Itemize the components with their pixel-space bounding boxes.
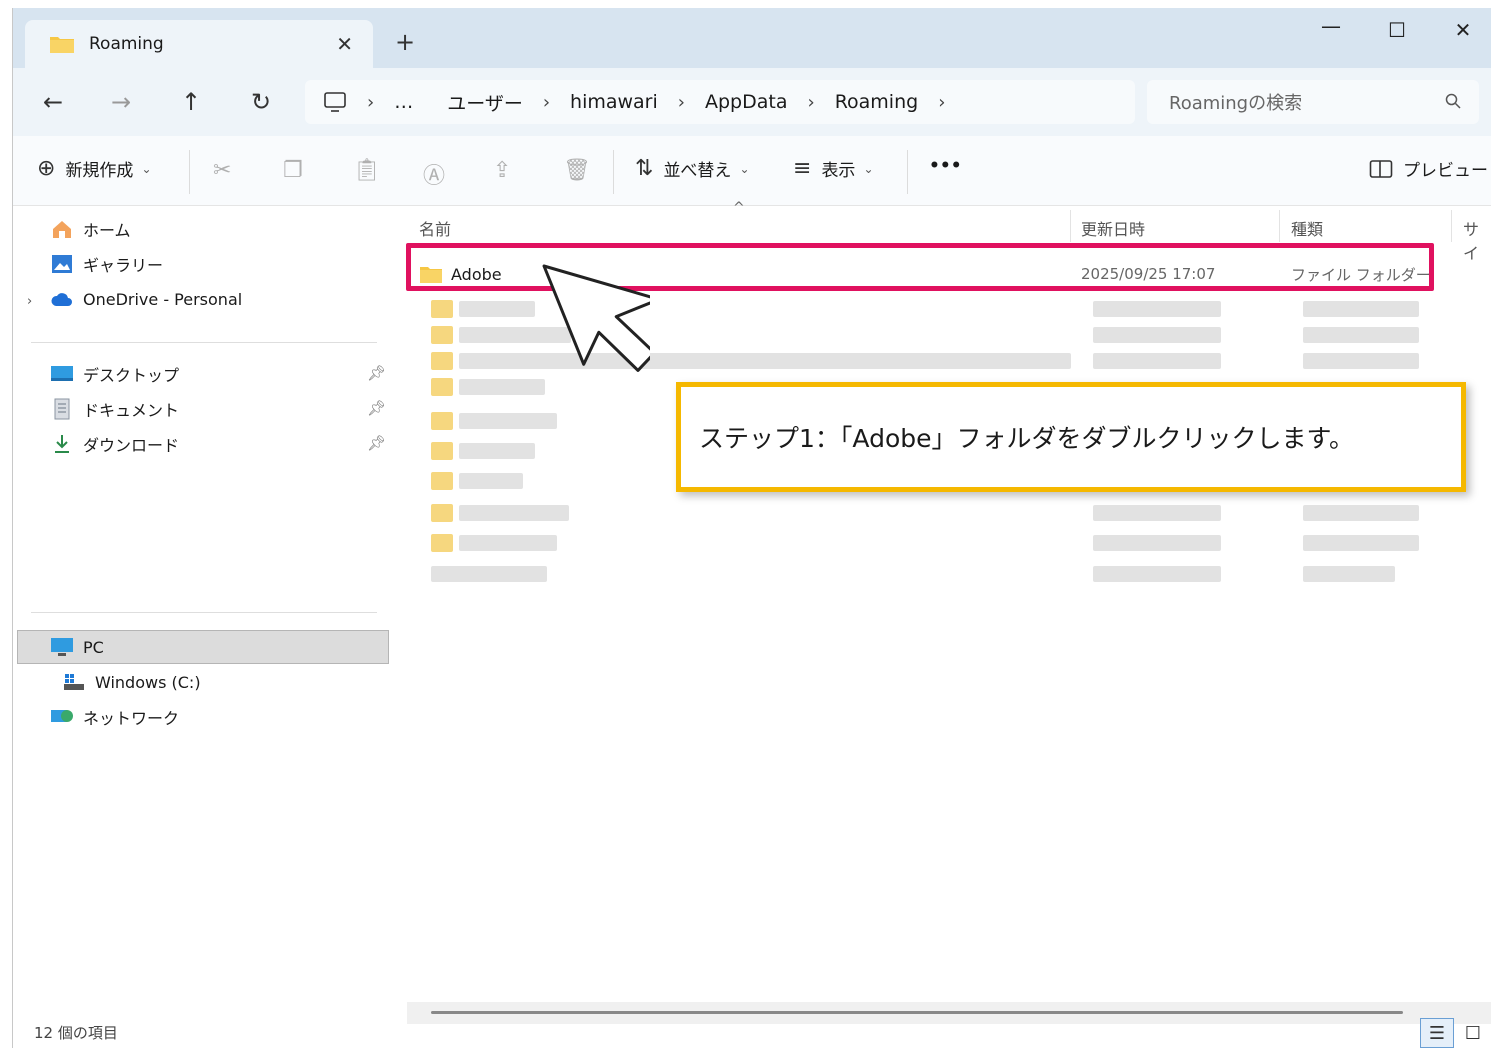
sidebar-item-network[interactable]: ネットワーク bbox=[49, 702, 179, 732]
rename-icon[interactable]: Ⓐ bbox=[423, 158, 445, 190]
sidebar-item-label: ドキュメント bbox=[83, 401, 180, 420]
view-button[interactable]: ≡ 表示 ⌄ bbox=[793, 156, 874, 181]
list-view-icon: ≡ bbox=[793, 156, 812, 181]
column-header-size[interactable]: サイ bbox=[1463, 216, 1491, 264]
sidebar-item-label: ホーム bbox=[83, 221, 131, 240]
sidebar-item-label: ギャラリー bbox=[83, 256, 164, 275]
refresh-button[interactable]: ↻ bbox=[245, 88, 277, 116]
details-view-button[interactable]: ☰ bbox=[1420, 1018, 1454, 1048]
tab-title: Roaming bbox=[89, 34, 164, 54]
sidebar-item-desktop[interactable]: デスクトップ bbox=[49, 359, 179, 389]
callout-text: ステップ1：「Adobe」フォルダをダブルクリックします。 bbox=[699, 424, 1354, 453]
tiles-view-icon: ☐ bbox=[1464, 1022, 1482, 1044]
forward-button[interactable]: → bbox=[105, 88, 137, 116]
address-row: ← → ↑ ↻ › … ユーザー › himawari › AppData › … bbox=[13, 68, 1491, 136]
sort-icon: ⇅ bbox=[635, 156, 654, 181]
breadcrumb-separator[interactable]: › bbox=[807, 92, 814, 113]
new-button[interactable]: ⊕ 新規作成 ⌄ bbox=[37, 156, 152, 181]
delete-icon[interactable]: 🗑︎ bbox=[563, 158, 591, 183]
sidebar-item-home[interactable]: ホーム bbox=[49, 214, 131, 244]
sidebar-item-label: デスクトップ bbox=[83, 366, 180, 385]
view-button-label: 表示 bbox=[821, 161, 856, 181]
chevron-down-icon: ⌄ bbox=[739, 161, 750, 176]
back-button[interactable]: ← bbox=[37, 88, 69, 116]
column-header-name[interactable]: 名前 bbox=[419, 216, 451, 240]
copy-icon[interactable]: ❐ bbox=[283, 158, 303, 183]
details-view-icon: ☰ bbox=[1428, 1022, 1446, 1044]
search-placeholder: Roamingの検索 bbox=[1169, 93, 1303, 114]
pc-icon bbox=[49, 636, 75, 658]
plus-circle-icon: ⊕ bbox=[37, 156, 56, 181]
explorer-window: Roaming ✕ + — ☐ ✕ ← → ↑ ↻ › … ユーザー › him… bbox=[12, 8, 1491, 1048]
breadcrumb-appdata[interactable]: AppData bbox=[705, 91, 788, 113]
drive-icon bbox=[61, 671, 87, 693]
sidebar-item-downloads[interactable]: ダウンロード bbox=[49, 429, 179, 459]
sort-button[interactable]: ⇅ 並べ替え ⌄ bbox=[635, 156, 750, 181]
close-window-button[interactable]: ✕ bbox=[1443, 18, 1483, 42]
pc-icon[interactable] bbox=[323, 91, 347, 113]
pin-icon[interactable]: 📌︎ bbox=[367, 364, 386, 382]
breadcrumb-separator[interactable]: › bbox=[938, 92, 945, 113]
sidebar-item-documents[interactable]: ドキュメント bbox=[49, 394, 179, 424]
sidebar-item-windows-c[interactable]: Windows (C:) bbox=[61, 667, 201, 697]
command-bar: ⊕ 新規作成 ⌄ ✂ ❐ 📋︎ Ⓐ ⇪ 🗑︎ ⇅ 並べ替え ⌄ ≡ 表示 ⌄ •… bbox=[13, 136, 1491, 206]
instruction-callout: ステップ1：「Adobe」フォルダをダブルクリックします。 bbox=[676, 382, 1466, 492]
home-icon bbox=[49, 218, 75, 240]
tab-close-icon[interactable]: ✕ bbox=[336, 32, 353, 56]
sidebar-item-label: Windows (C:) bbox=[95, 672, 201, 692]
up-button[interactable]: ↑ bbox=[175, 88, 207, 116]
title-bar: Roaming ✕ + — ☐ ✕ bbox=[13, 8, 1491, 68]
gallery-icon bbox=[49, 253, 75, 275]
cloud-icon bbox=[49, 288, 75, 310]
breadcrumb-roaming[interactable]: Roaming bbox=[835, 91, 919, 113]
breadcrumb-separator[interactable]: › bbox=[678, 92, 685, 113]
sidebar-item-label: ネットワーク bbox=[83, 709, 180, 728]
desktop-icon bbox=[49, 363, 75, 385]
cut-icon[interactable]: ✂ bbox=[213, 158, 231, 183]
tab-roaming[interactable]: Roaming ✕ bbox=[25, 20, 373, 68]
network-icon bbox=[49, 706, 75, 728]
address-bar[interactable]: › … ユーザー › himawari › AppData › Roaming … bbox=[305, 80, 1135, 124]
chevron-down-icon: ⌄ bbox=[863, 161, 874, 176]
search-input[interactable]: Roamingの検索 bbox=[1147, 80, 1479, 124]
preview-button[interactable]: プレビュー bbox=[1369, 156, 1488, 181]
pin-icon[interactable]: 📌︎ bbox=[367, 399, 386, 417]
status-item-count: 12 個の項目 bbox=[34, 1024, 118, 1042]
mouse-cursor-icon bbox=[542, 264, 650, 372]
column-header-modified[interactable]: 更新日時 bbox=[1081, 216, 1145, 240]
search-icon[interactable] bbox=[1445, 93, 1461, 109]
paste-icon[interactable]: 📋︎ bbox=[353, 158, 381, 183]
column-header-type[interactable]: 種類 bbox=[1291, 216, 1323, 240]
new-tab-button[interactable]: + bbox=[395, 28, 415, 56]
breadcrumb-separator[interactable]: › bbox=[367, 92, 374, 113]
preview-button-label: プレビュー bbox=[1403, 161, 1488, 181]
new-button-label: 新規作成 bbox=[65, 161, 134, 181]
navigation-pane: ホーム ギャラリー › OneDrive - Personal デスクトップ 📌… bbox=[13, 206, 393, 1016]
download-icon bbox=[49, 433, 75, 455]
sidebar-item-onedrive[interactable]: OneDrive - Personal bbox=[49, 284, 242, 314]
breadcrumb-users[interactable]: ユーザー bbox=[447, 89, 523, 116]
sidebar-item-pc[interactable]: PC bbox=[49, 632, 104, 662]
horizontal-scrollbar[interactable] bbox=[407, 1002, 1491, 1024]
minimize-button[interactable]: — bbox=[1311, 14, 1351, 38]
breadcrumb-himawari[interactable]: himawari bbox=[570, 91, 658, 113]
sort-ascending-icon: ^ bbox=[733, 200, 745, 216]
more-options-button[interactable]: ••• bbox=[929, 156, 962, 176]
chevron-right-icon[interactable]: › bbox=[27, 294, 32, 309]
sidebar-item-label: ダウンロード bbox=[83, 436, 180, 455]
document-icon bbox=[49, 398, 75, 420]
sidebar-item-label: PC bbox=[83, 637, 104, 657]
share-icon[interactable]: ⇪ bbox=[493, 158, 511, 183]
tiles-view-button[interactable]: ☐ bbox=[1456, 1018, 1490, 1048]
sidebar-item-label: OneDrive - Personal bbox=[83, 289, 243, 309]
chevron-down-icon: ⌄ bbox=[141, 161, 152, 176]
folder-icon bbox=[49, 34, 75, 54]
sort-button-label: 並べ替え bbox=[663, 161, 732, 181]
breadcrumb-more[interactable]: … bbox=[394, 91, 413, 113]
preview-pane-icon bbox=[1369, 159, 1393, 179]
pin-icon[interactable]: 📌︎ bbox=[367, 434, 386, 452]
maximize-button[interactable]: ☐ bbox=[1377, 18, 1417, 42]
breadcrumb-separator[interactable]: › bbox=[543, 92, 550, 113]
sidebar-item-gallery[interactable]: ギャラリー bbox=[49, 249, 163, 279]
